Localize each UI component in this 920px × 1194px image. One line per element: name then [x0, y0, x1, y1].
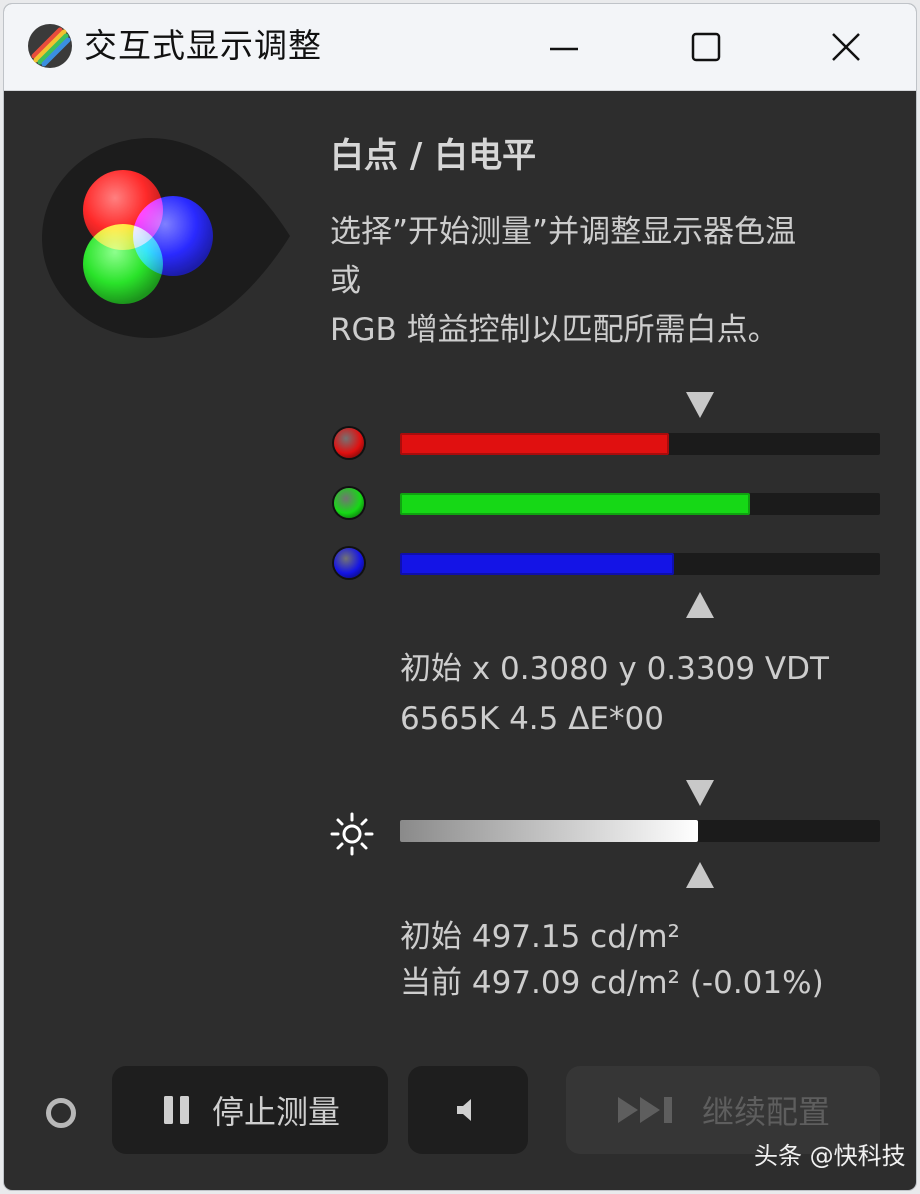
target-marker-top-icon [686, 392, 714, 418]
luminance-bar [400, 820, 880, 842]
app-logo-icon [28, 24, 72, 68]
stop-measurement-label: 停止测量 [211, 1093, 340, 1131]
rgb-circles-logo-icon [42, 138, 290, 338]
watermark-text: 头条 @快科技 [754, 1142, 906, 1170]
close-icon [832, 33, 860, 61]
section-heading: 白点 / 白电平 [330, 136, 537, 176]
red-dot-icon [334, 428, 364, 458]
green-dot-icon [334, 488, 364, 518]
main-content: 白点 / 白电平 选择”开始测量”并调整显示器色温 或 RGB 增益控制以匹配所… [4, 90, 916, 1190]
description-line: 选择”开始测量”并调整显示器色温 [330, 214, 797, 250]
luminance-fill [400, 820, 698, 842]
blue-gain-bar [400, 553, 880, 575]
stop-measurement-button[interactable]: 停止测量 [112, 1066, 388, 1154]
green-gain-fill [400, 493, 750, 515]
app-window: 交互式显示调整 白点 / 白电平 选择”开始测量”并调整显示器色温 或 RGB … [4, 4, 916, 1190]
section-description: 选择”开始测量”并调整显示器色温 或 RGB 增益控制以匹配所需白点。 [330, 208, 890, 355]
luminance-readout-line2: 当前 497.09 cd/m² (-0.01%) [400, 965, 824, 1001]
description-line: RGB 增益控制以匹配所需白点。 [330, 312, 779, 348]
title-bar[interactable]: 交互式显示调整 [4, 4, 916, 91]
description-line: 或 [330, 263, 361, 299]
status-indicator-icon [46, 1098, 76, 1128]
window-title: 交互式显示调整 [84, 26, 322, 65]
blue-dot-icon [334, 548, 364, 578]
blue-gain-fill [400, 553, 674, 575]
green-gain-bar [400, 493, 880, 515]
target-marker-bottom-icon [686, 592, 714, 618]
sound-toggle-button[interactable] [408, 1066, 528, 1154]
pause-icon [163, 1096, 189, 1124]
speaker-icon [457, 1099, 471, 1121]
red-gain-bar [400, 433, 880, 455]
color-readout-line1: 初始 x 0.3080 y 0.3309 VDT [400, 651, 829, 687]
luminance-readout-line1: 初始 497.15 cd/m² [400, 919, 680, 955]
minimize-button[interactable] [534, 18, 594, 76]
minimize-icon [550, 47, 578, 51]
sun-icon [330, 812, 374, 856]
skip-forward-icon [617, 1097, 672, 1123]
red-gain-fill [400, 433, 669, 455]
close-button[interactable] [816, 18, 876, 76]
luminance-marker-bottom-icon [686, 862, 714, 888]
maximize-icon [691, 32, 721, 62]
luminance-marker-top-icon [686, 780, 714, 806]
maximize-button[interactable] [676, 18, 736, 76]
color-readout-line2: 6565K 4.5 ΔE*00 [400, 701, 664, 737]
continue-configuration-label: 继续配置 [701, 1093, 830, 1131]
